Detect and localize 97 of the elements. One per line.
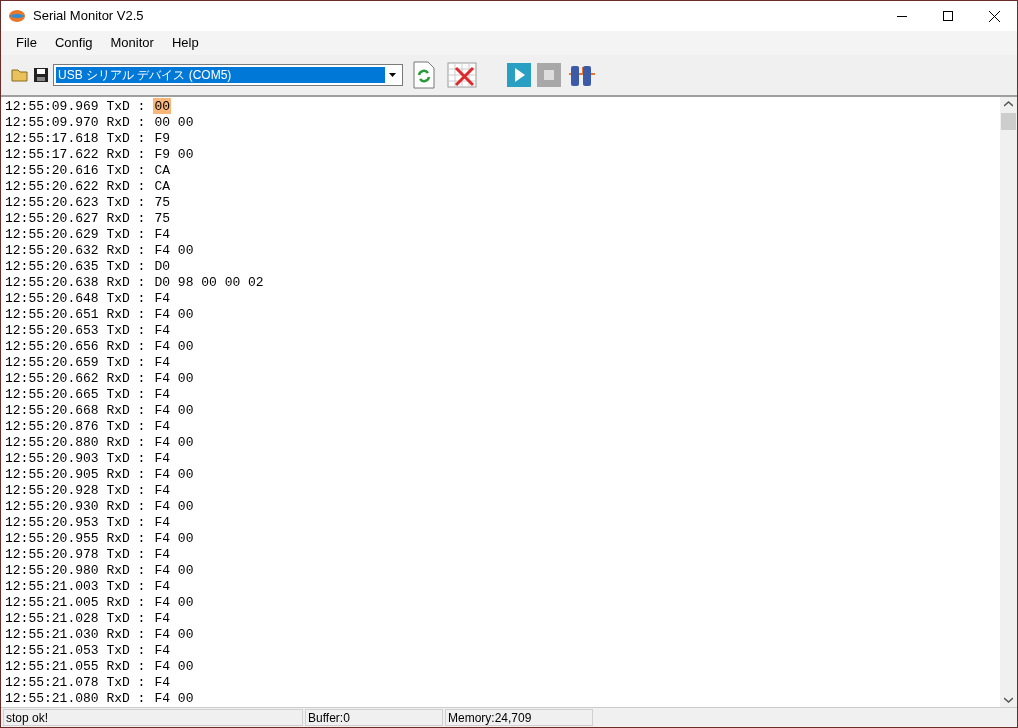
log-data: F4 00 [153,499,195,513]
log-data: F4 00 [153,531,195,545]
log-data: F4 00 [153,563,195,577]
log-prefix: 12:55:21.053 TxD : [5,643,146,657]
dropdown-caret-icon [389,73,396,77]
log-prefix: 12:55:20.623 TxD : [5,195,146,209]
log-data: F4 [153,579,172,593]
log-prefix: 12:55:20.665 TxD : [5,387,146,401]
log-prefix: 12:55:20.616 TxD : [5,163,146,177]
log-data: F4 00 [153,403,195,417]
log-data: F4 [153,419,172,433]
log-data: F9 00 [153,147,195,161]
log-prefix: 12:55:17.622 RxD : [5,147,146,161]
log-prefix: 12:55:20.648 TxD : [5,291,146,305]
log-prefix: 12:55:20.880 RxD : [5,435,146,449]
log-data: F4 [153,643,172,657]
maximize-icon [943,11,953,21]
close-icon [988,10,1000,22]
log-data: F4 00 [153,691,195,705]
log-prefix: 12:55:20.876 TxD : [5,419,146,433]
status-text: Memory:24,709 [445,709,593,726]
log-data: F4 00 [153,339,195,353]
log-data: F4 [153,547,172,561]
log-data: F4 00 [153,595,195,609]
log-prefix: 12:55:20.905 RxD : [5,467,146,481]
log-prefix: 12:55:20.635 TxD : [5,259,146,273]
log-prefix: 12:55:20.653 TxD : [5,323,146,337]
log-data: 75 [153,211,172,225]
log-data: F4 00 [153,243,195,257]
log-prefix: 12:55:21.055 RxD : [5,659,146,673]
log-data: CA [153,179,172,193]
menu-item[interactable]: Help [162,33,208,53]
log-data: D0 [153,259,172,273]
app-logo-icon [9,10,25,22]
log-data: F9 [153,131,172,145]
log-data: F4 00 [153,371,195,385]
log-data: F4 [153,675,172,689]
clear-grid-icon[interactable] [447,62,477,88]
log-data: F4 00 [153,627,195,641]
log-data: F4 00 [153,435,195,449]
log-prefix: 12:55:20.662 RxD : [5,371,146,385]
log-prefix: 12:55:20.627 RxD : [5,211,146,225]
scroll-up-icon[interactable] [1004,101,1013,107]
log-data: F4 00 [153,467,195,481]
menu-item[interactable]: Monitor [101,33,163,53]
log-prefix: 12:55:20.978 TxD : [5,547,146,561]
window-title: Serial Monitor V2.5 [33,7,144,26]
log-prefix: 12:55:20.632 RxD : [5,243,146,257]
port-dropdown[interactable]: USB シリアル デバイス (COM5) [53,64,403,86]
log-prefix: 12:55:20.656 RxD : [5,339,146,353]
log-data: F4 00 [153,659,195,673]
log-prefix: 12:55:20.659 TxD : [5,355,146,369]
menu-item[interactable]: Config [45,33,102,53]
log-prefix: 12:55:20.638 RxD : [5,275,146,289]
status-text: Buffer:0 [305,709,443,726]
log-data: F4 [153,355,172,369]
log-prefix: 12:55:21.028 TxD : [5,611,146,625]
log-prefix: 12:55:09.969 TxD : [5,99,146,113]
log-prefix: 12:55:20.651 RxD : [5,307,146,321]
status-text: stop ok! [3,709,303,726]
log-prefix: 12:55:21.005 RxD : [5,595,146,609]
scrollbar[interactable] [1000,97,1017,707]
log-prefix: 12:55:20.930 RxD : [5,499,146,513]
refresh-document-icon[interactable] [413,61,435,89]
log-data: D0 98 00 00 02 [153,275,265,289]
log-data: F4 [153,323,172,337]
log-data: 75 [153,195,172,209]
log-prefix: 12:55:21.003 TxD : [5,579,146,593]
menu-item[interactable]: File [7,33,46,53]
minimize-icon [897,15,907,17]
log-data: F4 [153,483,172,497]
log-prefix: 12:55:20.953 TxD : [5,515,146,529]
log-data: 00 [153,98,172,114]
log-data: F4 [153,291,172,305]
log-prefix: 12:55:20.928 TxD : [5,483,146,497]
scroll-thumb[interactable] [1001,113,1016,130]
log-data: F4 [153,611,172,625]
log-data: F4 [153,451,172,465]
log-prefix: 12:55:20.980 RxD : [5,563,146,577]
log-prefix: 12:55:21.078 TxD : [5,675,146,689]
play-icon[interactable] [507,63,531,87]
log-prefix: 12:55:20.629 TxD : [5,227,146,241]
log-data: F4 [153,387,172,401]
scroll-down-icon[interactable] [1004,697,1013,703]
log-prefix: 12:55:17.618 TxD : [5,131,146,145]
log-prefix: 12:55:20.668 RxD : [5,403,146,417]
log-prefix: 12:55:20.903 TxD : [5,451,146,465]
log-data: F4 [153,227,172,241]
log-prefix: 12:55:21.080 RxD : [5,691,146,705]
log-data: CA [153,163,172,177]
log-prefix: 12:55:09.970 RxD : [5,115,146,129]
log-data: F4 00 [153,307,195,321]
log-prefix: 12:55:21.030 RxD : [5,627,146,641]
log-prefix: 12:55:20.622 RxD : [5,179,146,193]
log-data: 00 00 [153,115,195,129]
log-prefix: 12:55:20.955 RxD : [5,531,146,545]
log-data: F4 [153,515,172,529]
